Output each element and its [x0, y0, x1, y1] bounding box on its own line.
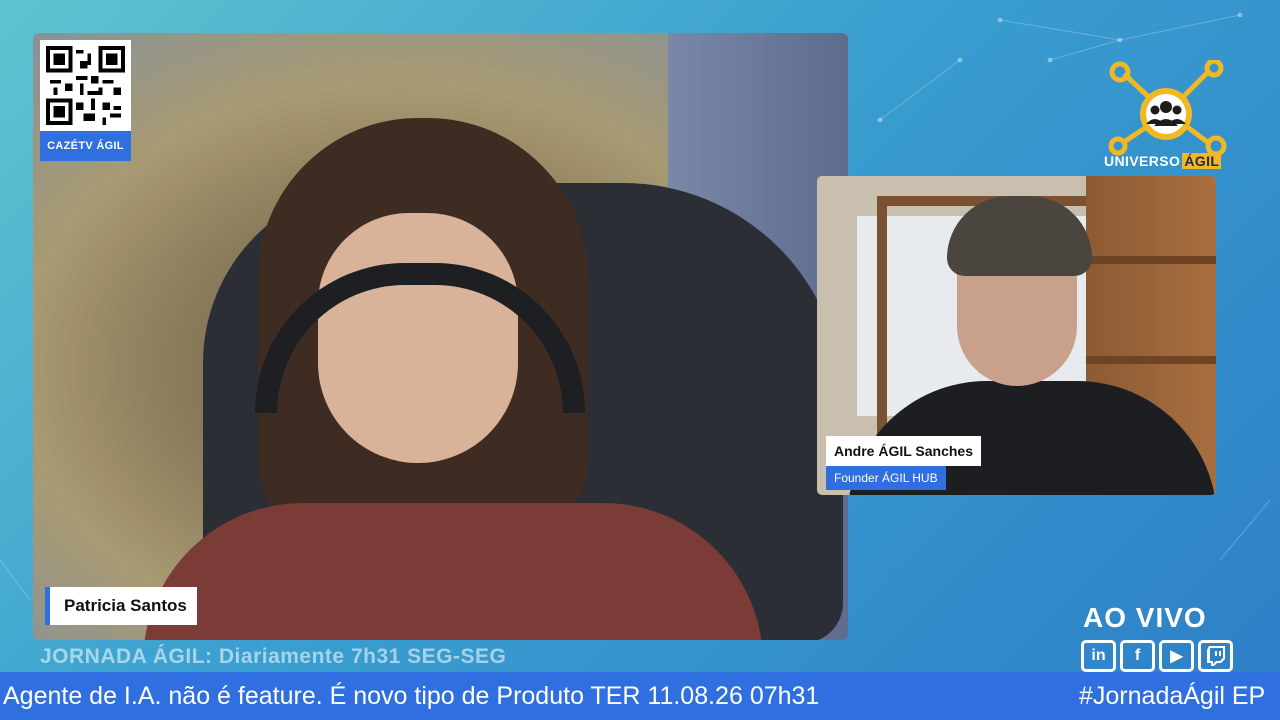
logo-text-accent: ÁGIL: [1182, 153, 1222, 169]
linkedin-icon: in: [1081, 640, 1116, 672]
qr-label: CAZÉTV ÁGIL: [40, 131, 131, 161]
qr-code: [40, 40, 131, 131]
show-schedule-subtitle: JORNADA ÁGIL: Diariamente 7h31 SEG-SEG: [40, 645, 507, 668]
ticker-hashtag: #JornadaÁgil EP: [1079, 681, 1266, 710]
twitch-icon: [1198, 640, 1233, 672]
logo-wordmark: UNIVERSO ÁGIL: [1104, 150, 1222, 172]
live-label: AO VIVO: [1083, 602, 1207, 633]
qr-code-panel: CAZÉTV ÁGIL: [40, 40, 131, 161]
logo-text-main: UNIVERSO: [1104, 153, 1181, 169]
news-ticker: Agente de I.A. não é feature. É novo tip…: [0, 672, 1280, 720]
guest-name-tag: Andre ÁGIL Sanches: [826, 436, 982, 466]
main-speaker-name-tag: Patricia Santos: [45, 587, 197, 625]
ticker-text: Agente de I.A. não é feature. É novo tip…: [3, 681, 820, 710]
guest-role-tag: Founder ÁGIL HUB: [826, 466, 946, 490]
youtube-icon: ▶: [1159, 640, 1194, 672]
social-icons: in f ▶: [1081, 640, 1233, 672]
main-speaker-video: [33, 33, 848, 640]
facebook-icon: f: [1120, 640, 1155, 672]
